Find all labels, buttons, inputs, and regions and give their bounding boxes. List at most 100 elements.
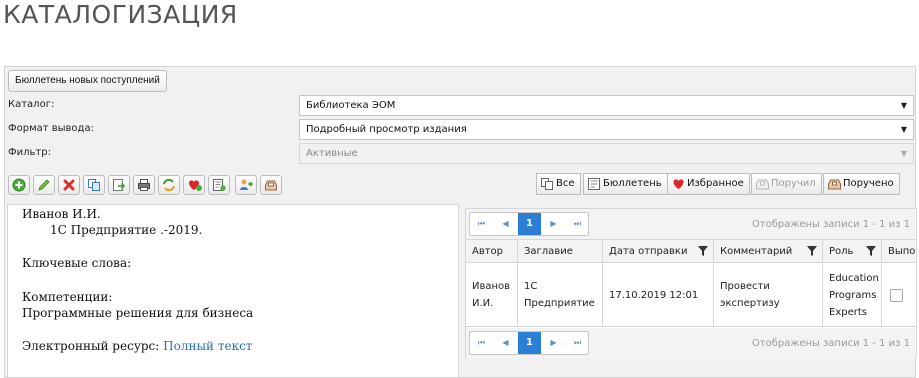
cell-comment-line: Провести [720, 281, 770, 292]
assign-user-button[interactable] [235, 175, 257, 195]
catalog-panel: Бюллетень новых поступлений Каталог: Биб… [4, 66, 917, 378]
print-button[interactable] [133, 175, 155, 195]
filter-assigned-button[interactable]: Поручено [823, 173, 900, 195]
inbox-icon [828, 179, 841, 190]
full-text-link[interactable]: Полный текст [163, 339, 252, 353]
column-header-role-label: Роль [829, 246, 854, 257]
competencies-label: Компетенции: [22, 290, 113, 304]
prev-page-button[interactable]: ◀ [494, 332, 517, 354]
chevron-down-icon: ▼ [900, 149, 907, 158]
edit-button[interactable] [33, 175, 55, 195]
bottom-pager: ⏮ ◀ 1 ▶ ⏭ Отображены записи 1 - 1 из 1 [466, 328, 916, 358]
add-to-bulletin-button[interactable] [208, 175, 230, 195]
filter-icon[interactable] [866, 246, 876, 256]
new-arrivals-bulletin-button[interactable]: Бюллетень новых поступлений [8, 70, 167, 92]
edit-icon [38, 179, 50, 191]
filter-icon[interactable] [698, 246, 708, 256]
electronic-resource-label: Электронный ресурс: [22, 339, 160, 353]
prev-page-button[interactable]: ◀ [494, 213, 517, 235]
column-header-comment[interactable]: Комментарий [714, 240, 823, 263]
bulletin-add-icon [213, 179, 226, 191]
pager-buttons: ⏮ ◀ 1 ▶ ⏭ [469, 212, 589, 236]
column-header-author[interactable]: Автор [466, 240, 518, 263]
first-page-button[interactable]: ⏮ [470, 332, 493, 354]
cell-done [882, 264, 916, 326]
column-header-date-label: Дата отправки [609, 246, 688, 257]
assignments-grid: ⏮ ◀ 1 ▶ ⏭ Отображены записи 1 - 1 из 1 А… [465, 208, 917, 358]
cell-author-line: Иванов [472, 281, 511, 292]
cell-role: Education Programs Experts [823, 264, 882, 326]
competencies-value: Программные решения для бизнеса [22, 306, 254, 320]
next-page-button[interactable]: ▶ [542, 332, 565, 354]
output-format-label: Формат вывода: [8, 123, 94, 134]
add-button[interactable] [8, 175, 30, 195]
first-page-button[interactable]: ⏮ [470, 213, 493, 235]
copy-icon [541, 178, 553, 190]
document-icon [588, 178, 600, 190]
add-icon [12, 178, 26, 192]
done-checkbox[interactable] [890, 288, 903, 302]
refresh-icon [163, 178, 175, 192]
filter-label: Фильтр: [8, 147, 51, 158]
column-header-done[interactable]: Выпо [882, 240, 916, 263]
cell-role-line: Programs [829, 289, 877, 301]
record-author: Иванов И.И. [22, 207, 101, 221]
refresh-button[interactable] [158, 175, 180, 195]
cell-comment-line: экспертизу [720, 298, 780, 309]
cell-date-value: 17.10.2019 12:01 [609, 289, 699, 301]
page-1-button[interactable]: 1 [518, 213, 541, 235]
records-info: Отображены записи 1 - 1 из 1 [751, 219, 910, 230]
column-header-role[interactable]: Роль [823, 240, 882, 263]
filter-received-button: Поручил [751, 173, 822, 195]
catalog-select[interactable]: Библиотека ЭОМ ▼ [299, 95, 914, 116]
cell-role-line: Education [829, 272, 879, 284]
column-header-comment-label: Комментарий [720, 246, 793, 257]
filter-select: Активные ▼ [299, 143, 914, 164]
catalog-label: Каталог: [8, 99, 55, 110]
last-page-button[interactable]: ⏭ [566, 332, 589, 354]
filter-all-label: Все [556, 178, 575, 189]
cell-comment: Провести экспертизу [714, 264, 823, 326]
filter-bulletin-button[interactable]: Бюллетень [583, 173, 668, 195]
column-header-date[interactable]: Дата отправки [603, 240, 714, 263]
filter-select-value: Активные [306, 148, 358, 159]
favorite-add-icon [189, 180, 202, 191]
cell-title-line: Предприятие [524, 298, 595, 309]
delete-button[interactable] [58, 175, 80, 195]
column-header-title[interactable]: Заглавие [518, 240, 603, 263]
page-title: КАТАЛОГИЗАЦИЯ [3, 0, 238, 29]
catalog-row: Каталог: Библиотека ЭОМ ▼ [5, 95, 915, 117]
filter-assigned-label: Поручено [843, 178, 894, 189]
filter-icon[interactable] [807, 246, 817, 256]
inbox-button[interactable] [260, 175, 282, 195]
filter-bulletin-label: Бюллетень [603, 178, 662, 189]
grid-header: Автор Заглавие Дата отправки Комментарий… [466, 239, 916, 263]
table-row[interactable]: Иванов И.И. 1С Предприятие 17.10.2019 12:0… [466, 264, 916, 327]
copy-button[interactable] [83, 175, 105, 195]
cell-role-line: Experts [829, 306, 867, 318]
export-icon [113, 179, 126, 191]
pager-buttons: ⏮ ◀ 1 ▶ ⏭ [469, 331, 589, 355]
cell-author-line: И.И. [472, 298, 494, 309]
add-favorite-button[interactable] [183, 175, 205, 195]
print-icon [138, 179, 150, 191]
cell-title: 1С Предприятие [518, 264, 603, 326]
chevron-down-icon: ▼ [900, 101, 907, 110]
filter-favorites-button[interactable]: Избранное [667, 173, 750, 195]
delete-icon [63, 179, 75, 191]
filter-favorites-label: Избранное [687, 178, 744, 189]
last-page-button[interactable]: ⏭ [566, 213, 589, 235]
heart-icon [673, 179, 684, 189]
filter-row: Фильтр: Активные ▼ [5, 143, 915, 165]
records-info: Отображены записи 1 - 1 из 1 [751, 338, 910, 349]
cell-date: 17.10.2019 12:01 [603, 264, 714, 326]
page-1-button[interactable]: 1 [518, 332, 541, 354]
catalog-select-value: Библиотека ЭОМ [306, 100, 396, 111]
output-format-select[interactable]: Подробный просмотр издания ▼ [299, 119, 914, 140]
filter-all-button[interactable]: Все [536, 173, 581, 195]
keywords-label: Ключевые слова: [22, 256, 132, 270]
export-button[interactable] [108, 175, 130, 195]
next-page-button[interactable]: ▶ [542, 213, 565, 235]
inbox-icon [265, 180, 277, 191]
filter-received-label: Поручил [771, 178, 816, 189]
